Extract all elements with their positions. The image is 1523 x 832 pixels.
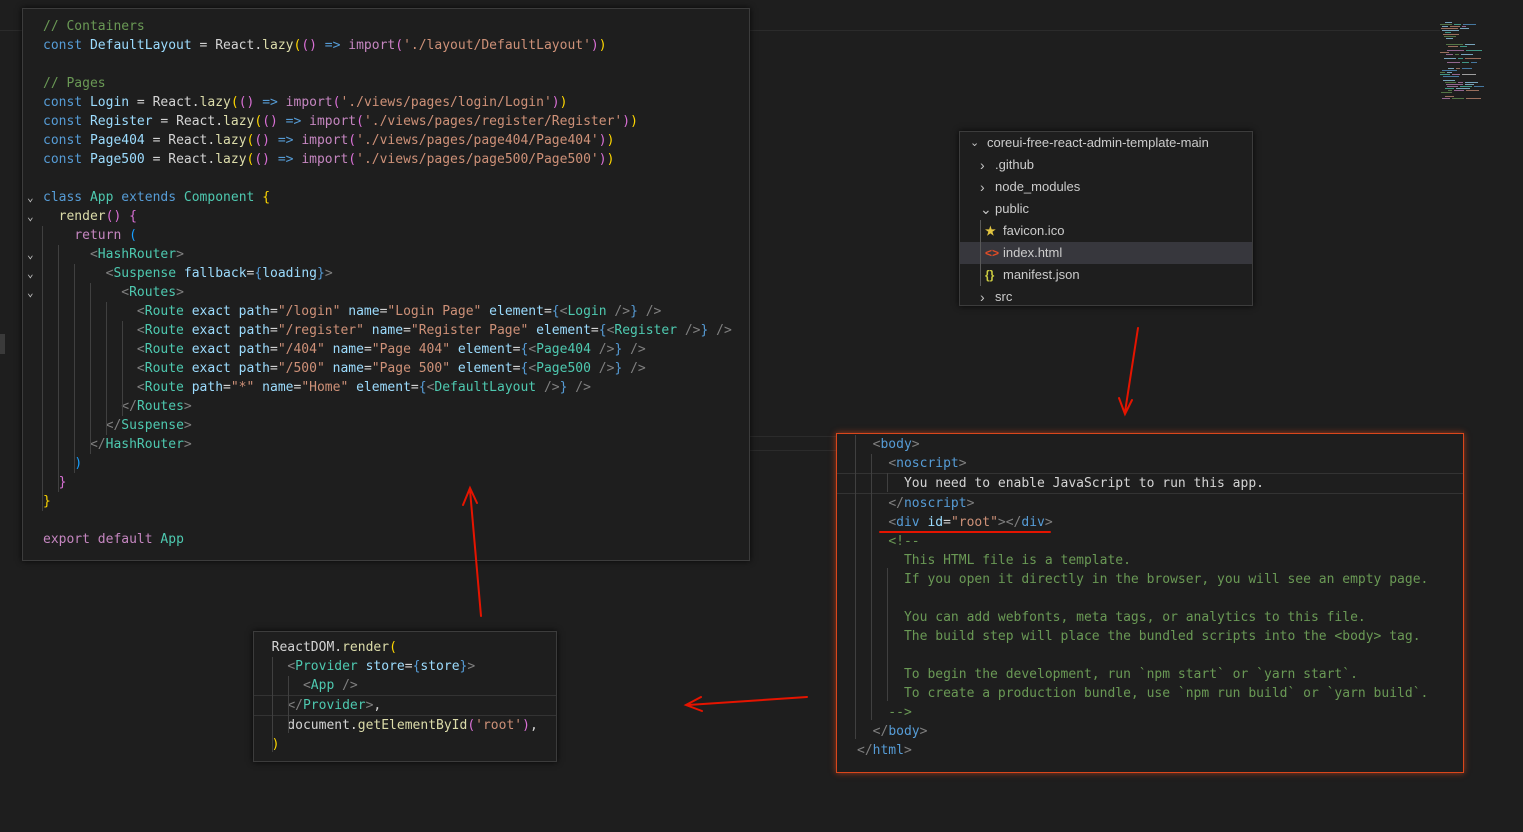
annotation-overlay xyxy=(462,327,1139,712)
arrow-render-to-app xyxy=(462,485,482,617)
arrow-index-to-render xyxy=(683,696,808,712)
arrow-explorer-to-index xyxy=(1118,327,1139,417)
